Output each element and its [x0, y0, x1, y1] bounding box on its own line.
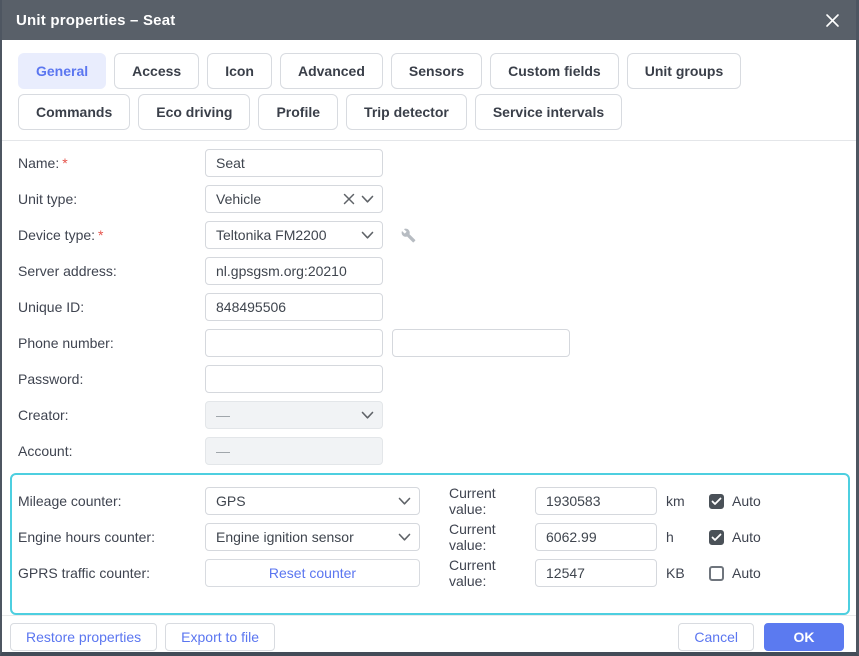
row-server-address: Server address:	[2, 257, 856, 285]
unit-type-select[interactable]: Vehicle	[205, 185, 383, 213]
mileage-auto-checkbox[interactable]: Auto	[709, 493, 761, 509]
engine-hours-auto-label: Auto	[732, 529, 761, 545]
name-input[interactable]	[205, 149, 383, 177]
engine-hours-current-value-input[interactable]	[535, 523, 657, 551]
tab-service-intervals[interactable]: Service intervals	[474, 94, 623, 130]
tab-unit-groups[interactable]: Unit groups	[626, 53, 742, 89]
required-asterisk: *	[62, 155, 68, 171]
unit-properties-dialog: Unit properties – Seat General Access Ic…	[0, 0, 859, 656]
gprs-current-value-label: Current value:	[449, 557, 496, 589]
required-asterisk: *	[98, 227, 104, 243]
engine-hours-auto-checkbox[interactable]: Auto	[709, 529, 761, 545]
counters-highlight-box: Mileage counter: GPS Current value: km A…	[10, 473, 850, 615]
gprs-traffic-counter-label: GPRS traffic counter:	[18, 565, 151, 581]
mileage-counter-select[interactable]: GPS	[205, 487, 420, 515]
gprs-auto-checkbox[interactable]: Auto	[709, 565, 761, 581]
unit-type-label: Unit type:	[18, 191, 78, 207]
row-unique-id: Unique ID:	[2, 293, 856, 321]
footer-bar: Restore properties Export to file Cancel…	[2, 615, 856, 652]
row-device-type: Device type: * Teltonika FM2200	[2, 221, 856, 249]
row-unit-type: Unit type: Vehicle	[2, 185, 856, 213]
account-input	[205, 437, 383, 465]
gprs-unit-label: KB	[666, 565, 685, 581]
dialog-title: Unit properties – Seat	[16, 11, 176, 29]
engine-hours-counter-value: Engine ignition sensor	[216, 529, 354, 545]
row-creator: Creator: —	[2, 401, 856, 429]
restore-properties-button[interactable]: Restore properties	[10, 623, 158, 651]
server-address-label: Server address:	[18, 263, 117, 279]
mileage-counter-label: Mileage counter:	[18, 493, 122, 509]
tab-advanced[interactable]: Advanced	[279, 53, 383, 89]
password-label: Password:	[18, 371, 84, 387]
mileage-current-value-label: Current value:	[449, 485, 496, 517]
mileage-counter-value: GPS	[216, 493, 246, 509]
phone-number-input-2[interactable]	[392, 329, 570, 357]
title-bar: Unit properties – Seat	[2, 0, 856, 40]
general-form: Name:* Unit type: Vehicle Device type:* …	[2, 141, 856, 615]
tab-trip-detector[interactable]: Trip detector	[346, 94, 467, 130]
export-to-file-button[interactable]: Export to file	[165, 623, 275, 651]
row-gprs-traffic-counter: GPRS traffic counter: Reset counter Curr…	[12, 557, 848, 589]
chevron-down-icon	[398, 497, 411, 506]
close-icon[interactable]	[821, 9, 843, 31]
phone-number-input-1[interactable]	[205, 329, 383, 357]
creator-label: Creator:	[18, 407, 69, 423]
row-name: Name: *	[2, 149, 856, 177]
tab-custom-fields[interactable]: Custom fields	[490, 53, 619, 89]
chevron-down-icon	[398, 533, 411, 542]
gprs-current-value-input[interactable]	[535, 559, 657, 587]
reset-counter-button[interactable]: Reset counter	[205, 559, 420, 587]
tab-bar: General Access Icon Advanced Sensors Cus…	[2, 40, 856, 141]
tab-access[interactable]: Access	[114, 53, 200, 89]
engine-hours-current-value-label: Current value:	[449, 521, 496, 553]
tab-icon[interactable]: Icon	[207, 53, 272, 89]
row-engine-hours-counter: Engine hours counter: Engine ignition se…	[12, 521, 848, 553]
ok-button[interactable]: OK	[764, 623, 844, 651]
clear-icon[interactable]	[343, 193, 355, 205]
creator-select: —	[205, 401, 383, 429]
password-input[interactable]	[205, 365, 383, 393]
device-settings-wrench-icon[interactable]	[401, 228, 416, 243]
mileage-current-value-input[interactable]	[535, 487, 657, 515]
unique-id-label: Unique ID:	[18, 299, 85, 315]
cancel-button[interactable]: Cancel	[678, 623, 754, 651]
unit-type-value: Vehicle	[216, 191, 262, 207]
row-account: Account:	[2, 437, 856, 465]
device-type-select[interactable]: Teltonika FM2200	[205, 221, 383, 249]
gprs-auto-label: Auto	[732, 565, 761, 581]
chevron-down-icon	[361, 411, 374, 420]
mileage-unit-label: km	[666, 493, 685, 509]
unique-id-input[interactable]	[205, 293, 383, 321]
engine-hours-counter-label: Engine hours counter:	[18, 529, 155, 545]
phone-number-label: Phone number:	[18, 335, 114, 351]
chevron-down-icon	[361, 231, 374, 240]
row-mileage-counter: Mileage counter: GPS Current value: km A…	[12, 485, 848, 517]
name-label: Name:	[18, 155, 60, 171]
tab-sensors[interactable]: Sensors	[390, 53, 483, 89]
row-password: Password:	[2, 365, 856, 393]
engine-hours-unit-label: h	[666, 529, 674, 545]
tab-general[interactable]: General	[18, 53, 107, 89]
tab-eco-driving[interactable]: Eco driving	[138, 94, 251, 130]
server-address-input[interactable]	[205, 257, 383, 285]
checkbox-checked-icon[interactable]	[709, 493, 724, 509]
creator-value: —	[216, 407, 230, 423]
account-label: Account:	[18, 443, 73, 459]
tab-commands[interactable]: Commands	[18, 94, 131, 130]
tab-profile[interactable]: Profile	[258, 94, 339, 130]
row-phone-number: Phone number:	[2, 329, 856, 357]
checkbox-checked-icon[interactable]	[709, 529, 724, 545]
mileage-auto-label: Auto	[732, 493, 761, 509]
device-type-value: Teltonika FM2200	[216, 227, 327, 243]
checkbox-unchecked-icon[interactable]	[709, 565, 724, 581]
chevron-down-icon	[361, 195, 374, 204]
device-type-label: Device type:	[18, 227, 96, 243]
engine-hours-counter-select[interactable]: Engine ignition sensor	[205, 523, 420, 551]
